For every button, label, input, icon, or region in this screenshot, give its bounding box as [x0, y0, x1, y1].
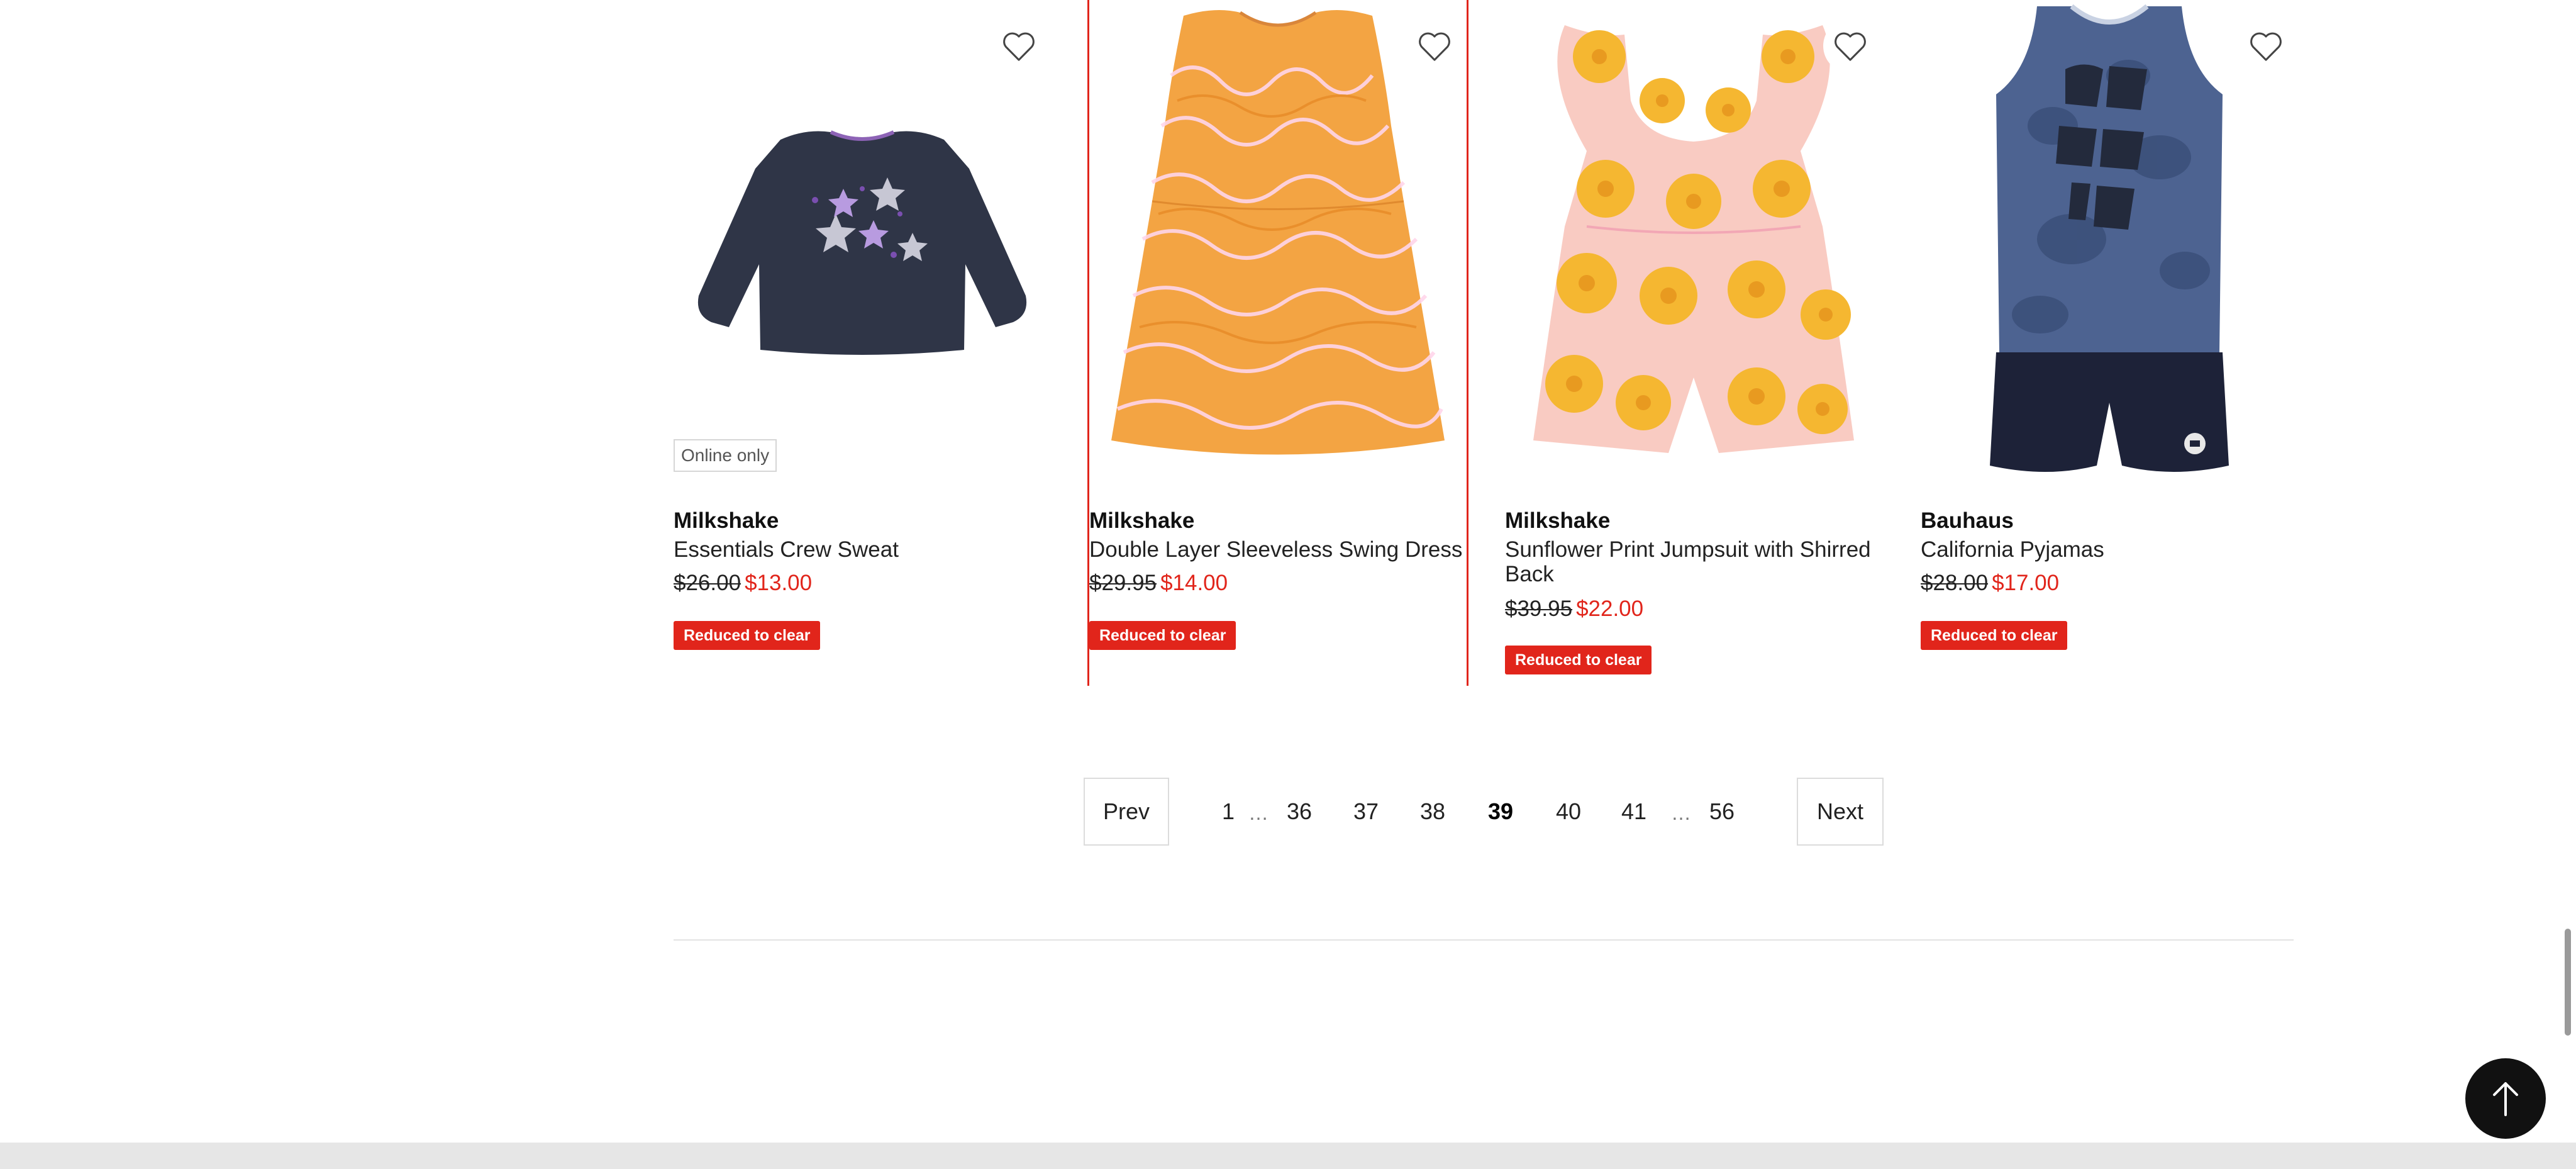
- page-1-link[interactable]: 1: [1216, 778, 1241, 846]
- was-price: $28.00: [1921, 571, 1989, 595]
- product-brand: Bauhaus: [1921, 508, 2014, 533]
- heart-icon: [1003, 32, 1035, 61]
- sale-price: $22.00: [1576, 596, 1644, 621]
- wishlist-button[interactable]: [2239, 19, 2293, 73]
- was-price: $39.95: [1505, 596, 1573, 621]
- pagination-ellipsis: …: [1248, 802, 1269, 824]
- product-name[interactable]: Double Layer Sleeveless Swing Dress: [1089, 537, 1467, 562]
- was-price: $26.00: [674, 571, 741, 595]
- wishlist-button[interactable]: [1823, 19, 1877, 73]
- online-only-badge: Online only: [674, 439, 777, 472]
- product-price: $29.95 $14.00: [1089, 571, 1228, 596]
- was-price: $29.95: [1089, 571, 1157, 595]
- reduced-tag: Reduced to clear: [1921, 621, 2068, 650]
- product-card[interactable]: Milkshake Double Layer Sleeveless Swing …: [1087, 0, 1468, 686]
- product-brand: Milkshake: [1089, 508, 1195, 533]
- scrollbar-thumb[interactable]: [2565, 929, 2571, 1036]
- wishlist-button[interactable]: [1407, 19, 1462, 73]
- product-brand: Milkshake: [1505, 508, 1611, 533]
- product-image[interactable]: [1089, 0, 1467, 484]
- reduced-tag: Reduced to clear: [1089, 621, 1236, 650]
- product-image[interactable]: [1921, 0, 2298, 484]
- product-card[interactable]: Bauhaus California Pyjamas $28.00 $17.00 …: [1921, 0, 2298, 686]
- product-name[interactable]: Sunflower Print Jumpsuit with Shirred Ba…: [1505, 537, 1882, 586]
- product-price: $28.00 $17.00: [1921, 571, 2059, 596]
- sale-price: $17.00: [1992, 571, 2060, 595]
- page-36-link[interactable]: 36: [1284, 778, 1315, 846]
- product-name[interactable]: California Pyjamas: [1921, 537, 2298, 562]
- page-41-link[interactable]: 41: [1618, 778, 1650, 846]
- heart-icon: [1419, 32, 1450, 61]
- product-card[interactable]: Milkshake Sunflower Print Jumpsuit with …: [1505, 0, 1882, 686]
- product-name[interactable]: Essentials Crew Sweat: [674, 537, 1051, 562]
- page-56-link[interactable]: 56: [1706, 778, 1738, 846]
- reduced-tag: Reduced to clear: [1505, 646, 1652, 674]
- page-39-current: 39: [1487, 798, 1514, 824]
- product-image[interactable]: [1505, 0, 1882, 484]
- heart-icon: [2250, 32, 2282, 61]
- product-price: $39.95 $22.00: [1505, 596, 1643, 622]
- sale-price: $13.00: [745, 571, 813, 595]
- page-37-link[interactable]: 37: [1350, 778, 1382, 846]
- pagination-ellipsis: …: [1671, 802, 1691, 824]
- arrow-up-icon: [2493, 1082, 2518, 1116]
- wishlist-button[interactable]: [992, 19, 1046, 73]
- next-page-button[interactable]: Next: [1797, 778, 1884, 846]
- page-38-link[interactable]: 38: [1417, 778, 1448, 846]
- sale-price: $14.00: [1160, 571, 1228, 595]
- footer-edge: [0, 1143, 2576, 1169]
- back-to-top-button[interactable]: [2465, 1058, 2546, 1139]
- product-card[interactable]: Online only Milkshake Essentials Crew Sw…: [674, 0, 1051, 686]
- product-brand: Milkshake: [674, 508, 779, 533]
- product-price: $26.00 $13.00: [674, 571, 812, 596]
- prev-page-button[interactable]: Prev: [1084, 778, 1169, 846]
- reduced-tag: Reduced to clear: [674, 621, 821, 650]
- product-image[interactable]: [674, 0, 1051, 484]
- section-divider: [674, 939, 2294, 941]
- product-grid: Online only Milkshake Essentials Crew Sw…: [674, 0, 2298, 686]
- page-40-link[interactable]: 40: [1553, 778, 1584, 846]
- heart-icon: [1835, 32, 1866, 61]
